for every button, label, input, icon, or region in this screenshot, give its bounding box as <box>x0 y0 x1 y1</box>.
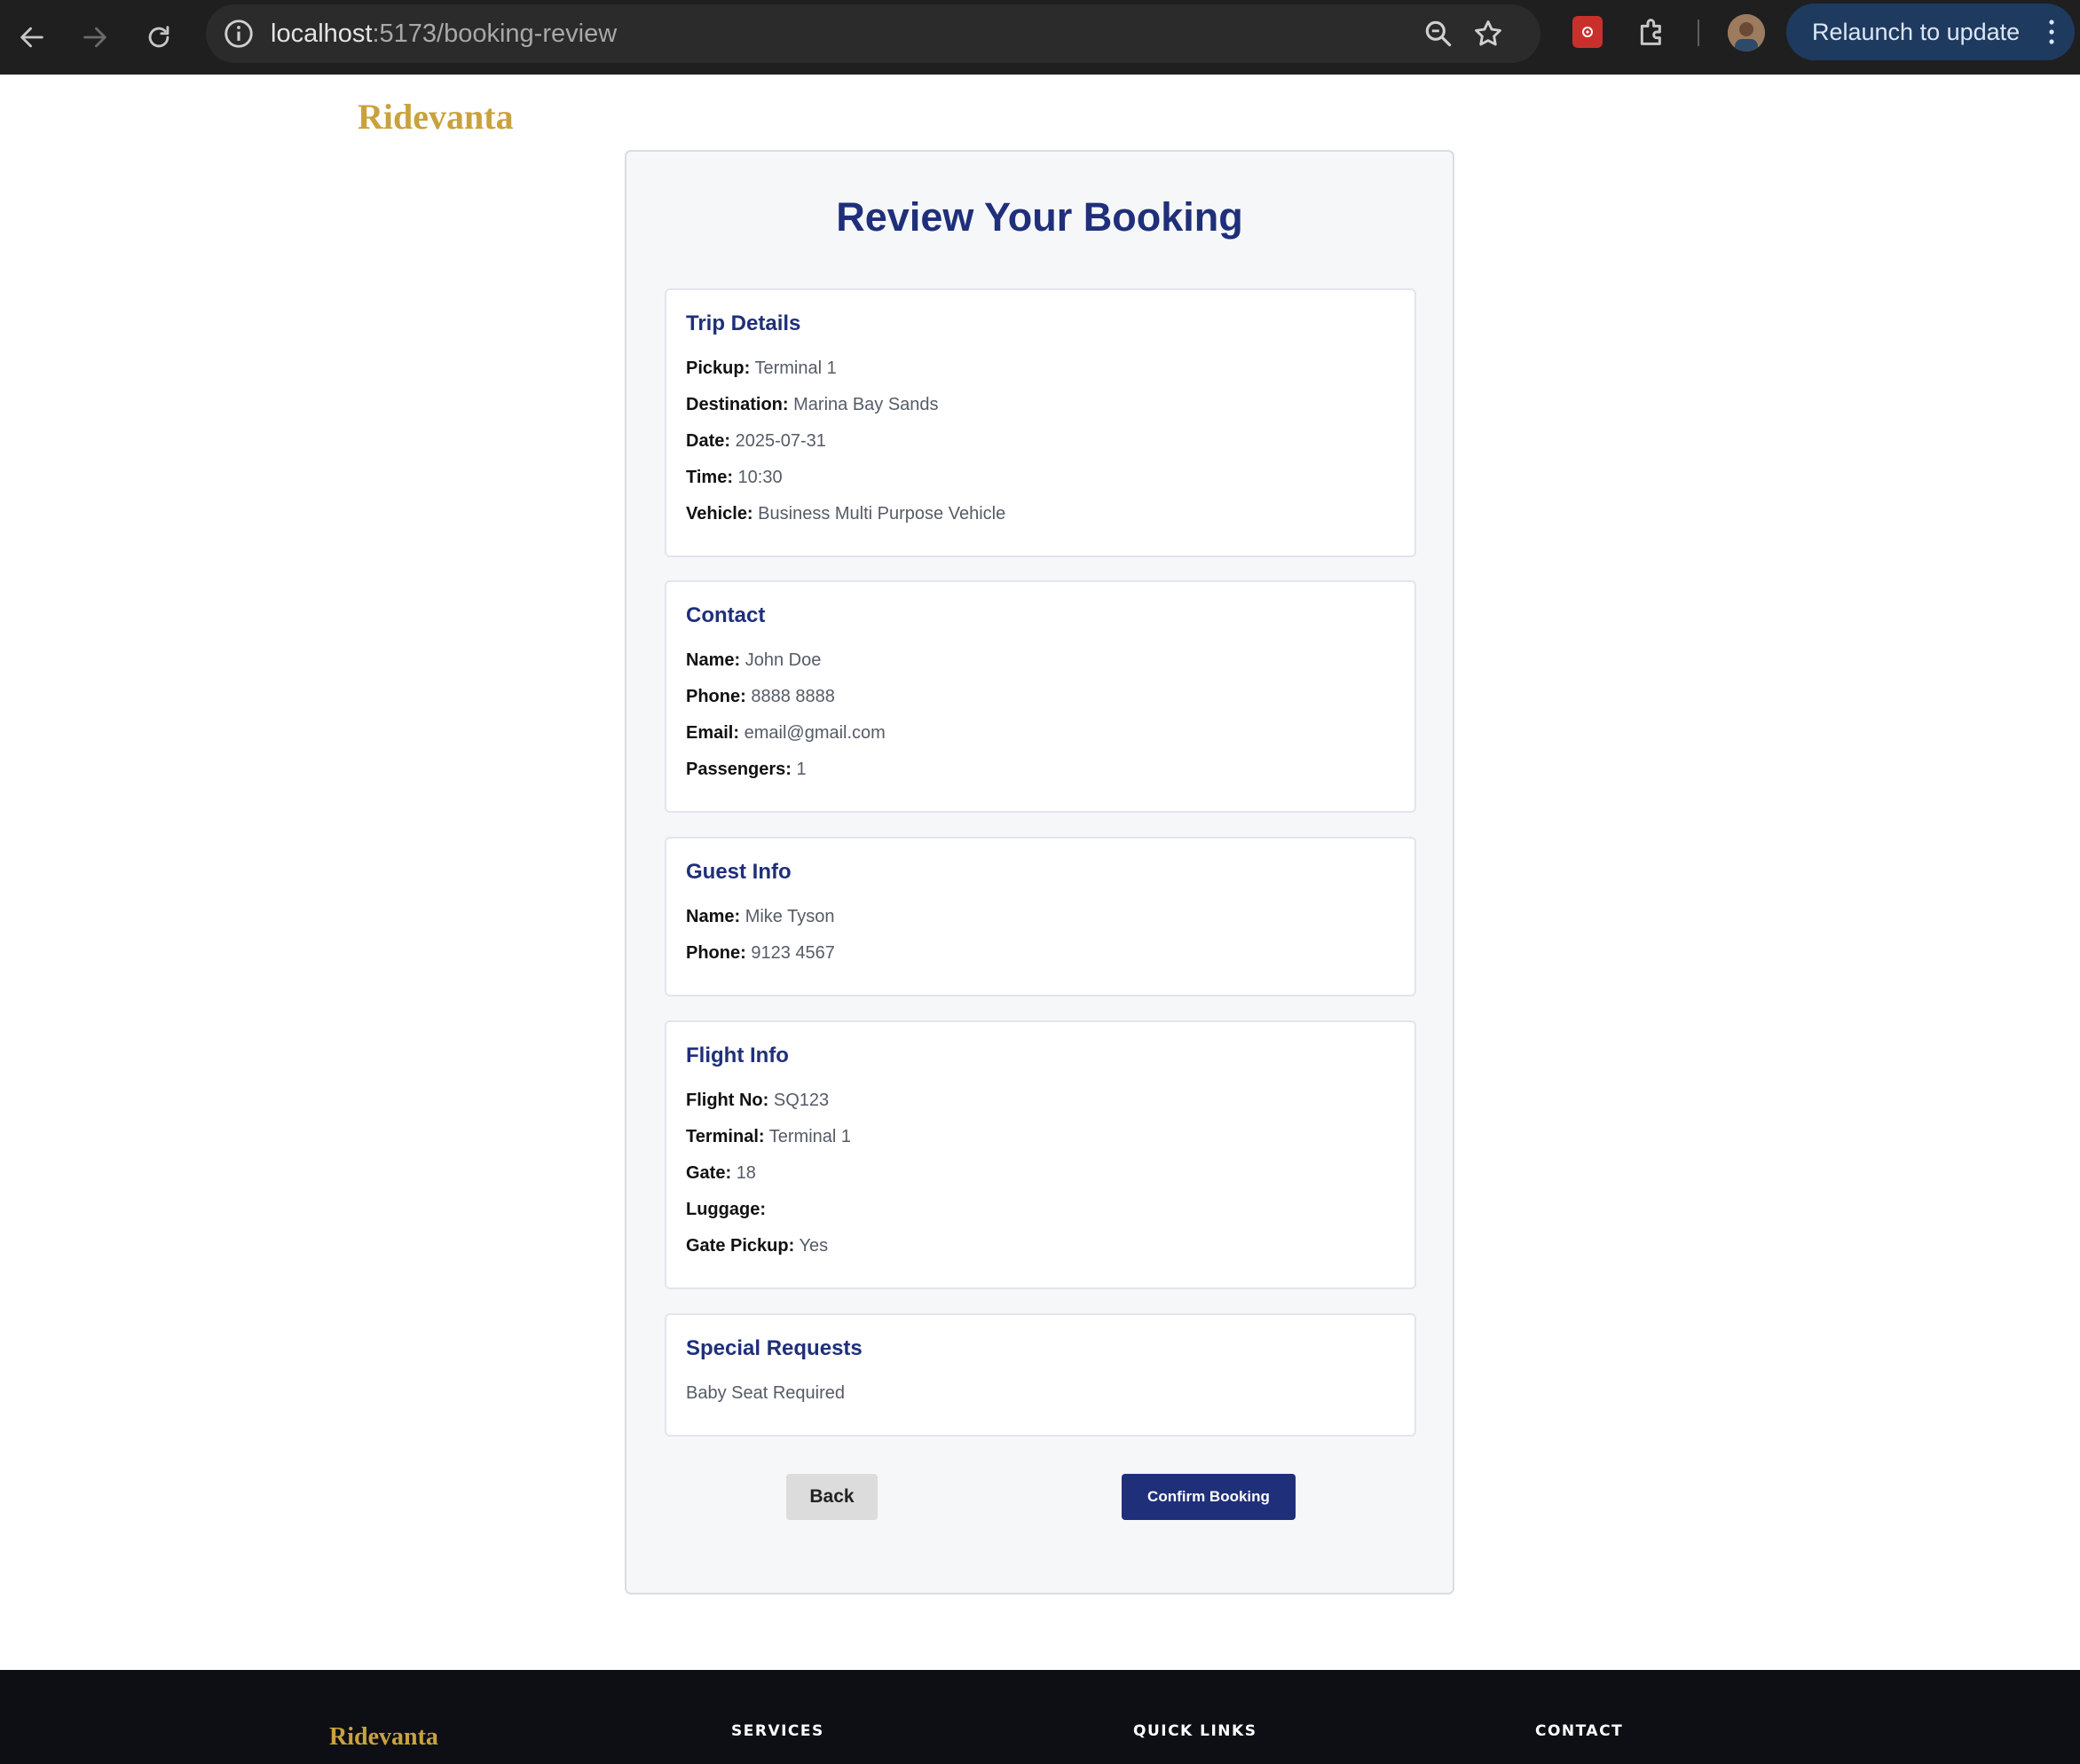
url-text[interactable]: localhost:5173/booking-review <box>271 17 617 51</box>
row-label: Phone: <box>686 687 746 706</box>
row-label: Time: <box>686 468 733 487</box>
footer-heading-services: SERVICES <box>731 1722 824 1740</box>
row-label: Date: <box>686 431 731 451</box>
back-button[interactable]: Back <box>786 1474 878 1520</box>
detail-row-email: Email: email@gmail.com <box>686 721 1395 757</box>
row-label: Gate: <box>686 1163 732 1183</box>
page-title: Review Your Booking <box>836 194 1243 240</box>
row-value: SQ123 <box>773 1091 830 1110</box>
row-value: Marina Bay Sands <box>793 395 939 414</box>
site-footer: Ridevanta SERVICES QUICK LINKS CONTACT <box>0 1670 2080 1764</box>
section-heading: Guest Info <box>686 860 792 884</box>
detail-row-name: Name: John Doe <box>686 648 1395 684</box>
row-value: 8888 8888 <box>751 687 835 706</box>
profile-avatar[interactable] <box>1728 14 1765 51</box>
row-value: Terminal 1 <box>768 1127 852 1146</box>
booking-review-card: Review Your Booking Trip Details Pickup:… <box>625 150 1454 1595</box>
special-requests-section: Special Requests Baby Seat Required <box>665 1313 1416 1437</box>
detail-row-time: Time: 10:30 <box>686 465 1395 501</box>
detail-row-guest-name: Name: Mike Tyson <box>686 904 1395 941</box>
confirm-booking-button[interactable]: Confirm Booking <box>1122 1474 1296 1520</box>
url-host: localhost <box>271 20 373 48</box>
row-label: Name: <box>686 907 741 926</box>
row-label: Terminal: <box>686 1127 765 1146</box>
url-path: :5173/booking-review <box>372 20 618 48</box>
toolbar-divider <box>1698 20 1699 46</box>
flight-info-section: Flight Info Flight No: SQ123 Terminal: T… <box>665 1020 1416 1289</box>
extensions-puzzle-icon[interactable] <box>1635 14 1670 50</box>
trip-details-section: Trip Details Pickup: Terminal 1 Destinat… <box>665 288 1416 557</box>
row-value: email@gmail.com <box>744 723 886 743</box>
section-heading: Contact <box>686 603 766 627</box>
reload-icon[interactable] <box>132 11 185 64</box>
detail-row-destination: Destination: Marina Bay Sands <box>686 392 1395 429</box>
kebab-menu-icon[interactable] <box>2048 18 2055 46</box>
footer-heading-quick-links: QUICK LINKS <box>1133 1722 1257 1740</box>
address-bar[interactable]: localhost:5173/booking-review <box>206 4 1540 63</box>
detail-row-flight-no: Flight No: SQ123 <box>686 1088 1395 1124</box>
row-value: John Doe <box>745 650 822 670</box>
detail-row-guest-phone: Phone: 9123 4567 <box>686 941 1395 977</box>
special-request-text: Baby Seat Required <box>686 1383 846 1403</box>
detail-row-vehicle: Vehicle: Business Multi Purpose Vehicle <box>686 501 1395 538</box>
relaunch-label: Relaunch to update <box>1812 18 2021 45</box>
detail-row-phone: Phone: 8888 8888 <box>686 684 1395 721</box>
detail-row-gate-pickup: Gate Pickup: Yes <box>686 1233 1395 1270</box>
extension-icon[interactable] <box>1572 16 1603 48</box>
row-value: Terminal 1 <box>754 358 837 378</box>
detail-row-gate: Gate: 18 <box>686 1161 1395 1197</box>
detail-row-terminal: Terminal: Terminal 1 <box>686 1124 1395 1161</box>
section-heading: Trip Details <box>686 311 801 335</box>
row-value: Mike Tyson <box>745 907 835 926</box>
row-label: Pickup: <box>686 358 751 378</box>
detail-row-pickup: Pickup: Terminal 1 <box>686 356 1395 392</box>
section-heading: Flight Info <box>686 1043 789 1067</box>
row-label: Passengers: <box>686 760 792 779</box>
row-value: Business Multi Purpose Vehicle <box>758 504 1006 524</box>
guest-info-section: Guest Info Name: Mike Tyson Phone: 9123 … <box>665 837 1416 996</box>
detail-row-passengers: Passengers: 1 <box>686 757 1395 793</box>
row-value: 10:30 <box>737 468 783 487</box>
row-label: Gate Pickup: <box>686 1236 795 1256</box>
row-label: Flight No: <box>686 1091 769 1110</box>
row-label: Phone: <box>686 943 746 963</box>
footer-logo[interactable]: Ridevanta <box>329 1723 438 1752</box>
contact-section: Contact Name: John Doe Phone: 8888 8888 … <box>665 580 1416 813</box>
detail-row-date: Date: 2025-07-31 <box>686 429 1395 465</box>
row-label: Luggage: <box>686 1200 766 1219</box>
row-value: 9123 4567 <box>751 943 835 963</box>
site-info-icon[interactable] <box>222 17 256 51</box>
row-value: Yes <box>799 1236 829 1256</box>
zoom-icon[interactable] <box>1422 17 1455 51</box>
browser-toolbar: localhost:5173/booking-review Relaunch t… <box>0 0 2080 75</box>
site-logo[interactable]: Ridevanta <box>358 96 514 138</box>
row-value: 1 <box>796 760 807 779</box>
row-value: 2025-07-31 <box>735 431 826 451</box>
row-label: Vehicle: <box>686 504 753 524</box>
forward-arrow-icon[interactable] <box>68 11 122 64</box>
row-label: Email: <box>686 723 740 743</box>
row-value: 18 <box>736 1163 756 1183</box>
back-arrow-icon[interactable] <box>5 11 59 64</box>
bookmark-star-icon[interactable] <box>1471 17 1505 51</box>
row-label: Destination: <box>686 395 789 414</box>
footer-heading-contact: CONTACT <box>1535 1722 1624 1740</box>
section-heading: Special Requests <box>686 1336 863 1360</box>
row-label: Name: <box>686 650 741 670</box>
relaunch-update-button[interactable]: Relaunch to update <box>1786 4 2075 60</box>
detail-row-luggage: Luggage: <box>686 1197 1395 1233</box>
